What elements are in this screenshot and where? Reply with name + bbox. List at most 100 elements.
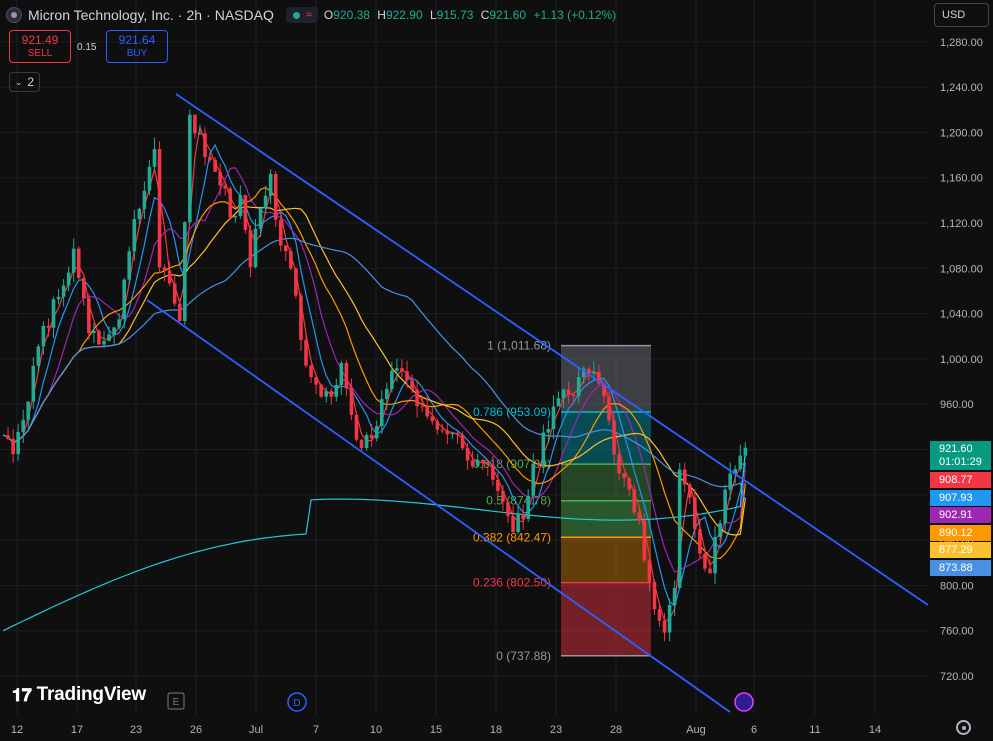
- data-feed-icon: ≈: [305, 9, 312, 21]
- candle-body: [571, 394, 576, 397]
- fib-level-label: 0.382 (842.47): [473, 530, 551, 544]
- candle-body: [541, 432, 546, 466]
- time-tick-label: 15: [430, 724, 442, 736]
- earnings-marker-label: E: [173, 697, 180, 708]
- candle-body: [526, 495, 530, 519]
- candle-body: [36, 346, 41, 366]
- candle-body: [142, 190, 147, 209]
- candle-body: [617, 454, 621, 474]
- price-tick-label: 1,040.00: [940, 309, 983, 321]
- candle-body: [698, 529, 702, 554]
- candle-body: [592, 371, 596, 374]
- candle-body: [672, 587, 677, 606]
- candle-body: [26, 401, 31, 420]
- candle-body: [536, 463, 541, 466]
- candle-body: [107, 334, 111, 341]
- candle-body: [278, 219, 283, 246]
- candle-body: [501, 490, 505, 502]
- market-open-icon: [292, 11, 300, 19]
- candle-body: [486, 461, 490, 465]
- candle-body: [218, 171, 222, 186]
- candle-body: [420, 406, 424, 408]
- candle-body: [440, 429, 445, 431]
- price-tick-label: 760.00: [940, 626, 974, 638]
- fib-level-label: 1 (1,011.68): [487, 339, 551, 353]
- currency-select[interactable]: USD: [934, 3, 989, 27]
- time-tick-label: 28: [610, 724, 622, 736]
- time-tick-label: 11: [809, 724, 820, 736]
- candle-body: [738, 455, 743, 470]
- trend-channel[interactable]: [146, 93, 929, 713]
- ma-price-label: 873.88: [930, 559, 991, 576]
- buy-price: 921.64: [118, 32, 156, 47]
- time-tick-label: 18: [490, 724, 502, 736]
- time-tick-label: 7: [313, 724, 319, 736]
- dividend-marker-label: D: [293, 698, 300, 709]
- candle-body: [177, 303, 182, 321]
- candle-body: [637, 512, 642, 521]
- candle-body: [703, 553, 707, 569]
- candle-body: [183, 222, 187, 321]
- symbol-name[interactable]: Micron Technology, Inc.: [28, 7, 174, 23]
- candle-body: [642, 520, 647, 561]
- candle-body: [152, 148, 157, 167]
- candle-body: [334, 384, 339, 397]
- candle-body: [693, 497, 697, 530]
- candle-body: [566, 389, 571, 395]
- interval[interactable]: 2h: [186, 7, 202, 23]
- candle-body: [374, 426, 379, 439]
- tradingview-mark-icon: 𝟏𝟕: [12, 684, 32, 705]
- candle-body: [258, 207, 263, 229]
- candle-body: [546, 428, 551, 433]
- candle-body: [662, 620, 667, 633]
- candle-body: [46, 325, 51, 328]
- candle-body: [475, 460, 480, 467]
- candle-body: [511, 516, 515, 533]
- candle-body: [470, 460, 475, 467]
- candle-body: [127, 251, 132, 280]
- candle-body: [354, 414, 359, 440]
- time-tick-label: Aug: [686, 724, 706, 736]
- candle-body: [607, 396, 611, 421]
- chart-canvas[interactable]: 1 (1,011.68)0.786 (953.09)0.618 (907.09)…: [0, 0, 993, 741]
- candle-body: [208, 157, 212, 160]
- ohlc-change: +1.13 (+0.12%): [533, 8, 617, 22]
- buy-button[interactable]: 921.64 BUY: [106, 30, 168, 63]
- candle-body: [289, 251, 293, 269]
- candle-body: [622, 473, 626, 479]
- candle-body: [203, 133, 207, 158]
- candle-body: [677, 469, 682, 588]
- ma-price-label: 890.12: [930, 524, 991, 541]
- candle-body: [460, 434, 465, 449]
- time-tick-label: Jul: [249, 724, 263, 736]
- candle-body: [16, 431, 20, 455]
- candle-body: [496, 479, 500, 491]
- candle-body: [273, 173, 278, 220]
- candle-body: [450, 432, 455, 435]
- price-tick-label: 1,000.00: [940, 354, 983, 366]
- sell-button[interactable]: 921.49 SELL: [9, 30, 71, 63]
- candle-body: [223, 185, 227, 189]
- candle-body: [743, 447, 748, 456]
- candle-body: [708, 568, 712, 574]
- tradingview-logo[interactable]: 𝟏𝟕 TradingView: [12, 684, 146, 706]
- price-tick-label: 960.00: [940, 399, 974, 411]
- time-tick-label: 14: [869, 724, 881, 736]
- indicators-toggle-button[interactable]: ⌄ 2: [9, 72, 40, 92]
- fibonacci-retracement[interactable]: 1 (1,011.68)0.786 (953.09)0.618 (907.09)…: [473, 339, 651, 663]
- price-tick-label: 1,160.00: [940, 173, 983, 185]
- candle-body: [97, 330, 101, 345]
- fib-zone: [561, 412, 651, 465]
- market-status[interactable]: ≈: [285, 7, 318, 23]
- candle-body: [576, 377, 581, 397]
- candle-body: [309, 365, 313, 378]
- candle-body: [76, 248, 81, 278]
- candle-body: [117, 319, 121, 328]
- symbol-header[interactable]: Micron Technology, Inc. · 2h · NASDAQ ≈ …: [6, 6, 616, 24]
- candle-body: [56, 296, 61, 300]
- candle-body: [506, 501, 510, 517]
- settings-icon[interactable]: [956, 720, 971, 735]
- candle-body: [122, 279, 126, 320]
- candle-body: [304, 339, 308, 366]
- candle-body: [652, 581, 657, 610]
